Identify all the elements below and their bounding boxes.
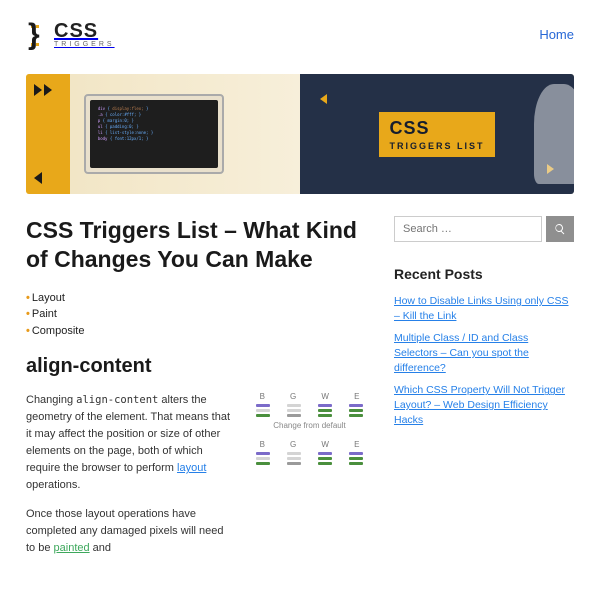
- recent-post-item: How to Disable Links Using only CSS – Ki…: [394, 294, 574, 323]
- section-heading: align-content: [26, 355, 372, 378]
- engine-col-b: B: [260, 392, 265, 401]
- engine-col-g: G: [290, 392, 296, 401]
- search-form: [394, 216, 574, 242]
- recent-post-item: Multiple Class / ID and Class Selectors …: [394, 331, 574, 375]
- engine-block-subsequent: B G W E: [247, 440, 372, 465]
- page-title: CSS Triggers List – What Kind of Changes…: [26, 216, 372, 274]
- search-input[interactable]: [394, 216, 542, 242]
- site-header: } CSS TRIGGERS Home: [0, 0, 600, 74]
- link-layout[interactable]: layout: [177, 462, 206, 474]
- primary-nav: Home: [539, 26, 574, 44]
- logo-mark-icon: }: [26, 18, 52, 52]
- recent-posts-heading: Recent Posts: [394, 266, 574, 282]
- engine-col-w: W: [321, 392, 329, 401]
- engine-col-e: E: [354, 392, 359, 401]
- article-main: CSS Triggers List – What Kind of Changes…: [26, 216, 372, 569]
- hero-photo: div { display:flex; } .a { color:#fff; }…: [70, 74, 300, 194]
- bullet-composite: •Composite: [26, 323, 372, 340]
- hero-badge: CSS TRIGGERS LIST: [379, 112, 494, 157]
- triangle-left-icon: [320, 94, 327, 104]
- laptop-icon: div { display:flex; } .a { color:#fff; }…: [84, 94, 224, 174]
- search-icon: [554, 223, 566, 235]
- recent-post-link[interactable]: How to Disable Links Using only CSS – Ki…: [394, 295, 569, 322]
- logo-text-small: TRIGGERS: [54, 42, 115, 48]
- recent-posts-widget: Recent Posts How to Disable Links Using …: [394, 266, 574, 428]
- person-silhouette-icon: [534, 84, 574, 184]
- engine-block-default: B G W E Change from default: [247, 392, 372, 430]
- sidebar: Recent Posts How to Disable Links Using …: [394, 216, 574, 569]
- paragraph-2: Once those layout operations have comple…: [26, 506, 233, 557]
- engine-matrix: B G W E Change from default: [247, 392, 372, 475]
- recent-post-link[interactable]: Which CSS Property Will Not Trigger Layo…: [394, 384, 565, 425]
- logo[interactable]: } CSS TRIGGERS: [26, 18, 115, 52]
- hero-badge-main: CSS: [389, 118, 429, 138]
- hero-badge-sub: TRIGGERS LIST: [389, 141, 484, 151]
- recent-post-item: Which CSS Property Will Not Trigger Layo…: [394, 383, 574, 427]
- recent-post-link[interactable]: Multiple Class / ID and Class Selectors …: [394, 332, 529, 373]
- paragraph-1: Changing align-content alters the geomet…: [26, 392, 233, 494]
- engine-caption: Change from default: [247, 421, 372, 430]
- bullet-paint: •Paint: [26, 306, 372, 323]
- link-painted[interactable]: painted: [54, 542, 90, 554]
- bullet-layout: •Layout: [26, 290, 372, 307]
- hero-title-panel: CSS TRIGGERS LIST: [300, 74, 574, 194]
- code-align-content: align-content: [76, 394, 158, 406]
- search-button[interactable]: [546, 216, 574, 242]
- hero-banner: div { display:flex; } .a { color:#fff; }…: [26, 74, 574, 194]
- article-body: Changing align-content alters the geomet…: [26, 392, 233, 569]
- logo-text: CSS TRIGGERS: [54, 22, 115, 48]
- bullet-list: •Layout •Paint •Composite: [26, 290, 372, 340]
- nav-home[interactable]: Home: [539, 27, 574, 42]
- hero-accent-left: [26, 74, 70, 194]
- logo-text-big: CSS: [54, 22, 115, 40]
